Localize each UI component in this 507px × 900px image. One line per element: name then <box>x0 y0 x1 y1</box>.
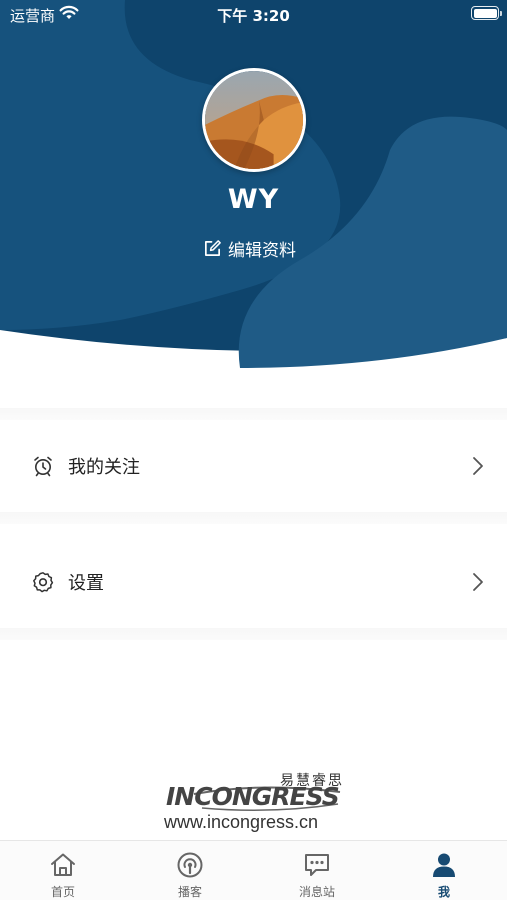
edit-profile-label: 编辑资料 <box>228 240 296 261</box>
tab-messages[interactable]: 消息站 <box>254 841 380 900</box>
clock: 下午 3:20 <box>217 7 290 25</box>
status-bar: 运营商 下午 3:20 <box>0 0 507 28</box>
tab-label: 首页 <box>50 885 75 899</box>
logo-wordmark: INCONGRESS <box>166 782 340 811</box>
menu-item-label: 设置 <box>68 573 104 594</box>
section-divider <box>0 628 507 640</box>
tab-label: 消息站 <box>298 885 335 899</box>
section-divider <box>0 408 507 420</box>
tab-bar: 首页 播客 消息站 我 <box>0 840 507 900</box>
tab-podcast[interactable]: 播客 <box>127 841 253 900</box>
username: WY <box>227 184 280 215</box>
tab-label: 我 <box>437 885 450 899</box>
edit-icon <box>204 239 221 256</box>
menu-item-settings[interactable]: 设置 <box>0 536 507 628</box>
gear-icon <box>33 572 54 593</box>
podcast-icon <box>177 852 203 878</box>
chevron-right-icon <box>473 573 483 591</box>
battery-icon <box>471 6 502 20</box>
menu-item-following[interactable]: 我的关注 <box>0 420 507 512</box>
avatar[interactable] <box>202 68 306 172</box>
tab-label: 播客 <box>177 885 202 899</box>
tab-home[interactable]: 首页 <box>0 841 126 900</box>
message-icon <box>305 854 329 876</box>
menu-item-label: 我的关注 <box>68 457 140 478</box>
edit-profile-button[interactable]: 编辑资料 <box>203 236 296 261</box>
alarm-clock-icon <box>34 456 52 477</box>
desert-dune-image <box>205 71 303 169</box>
home-icon <box>51 853 75 876</box>
chevron-right-icon <box>473 457 483 475</box>
tab-me[interactable]: 我 <box>381 841 507 900</box>
incongress-logo: 易慧睿思 INCONGRESS www.incongress.cn <box>164 770 344 836</box>
section-divider <box>0 512 507 524</box>
logo-url: www.incongress.cn <box>164 812 319 832</box>
profile-header: 运营商 下午 3:20 WY 编辑资料 <box>0 0 507 368</box>
person-icon <box>433 853 455 877</box>
